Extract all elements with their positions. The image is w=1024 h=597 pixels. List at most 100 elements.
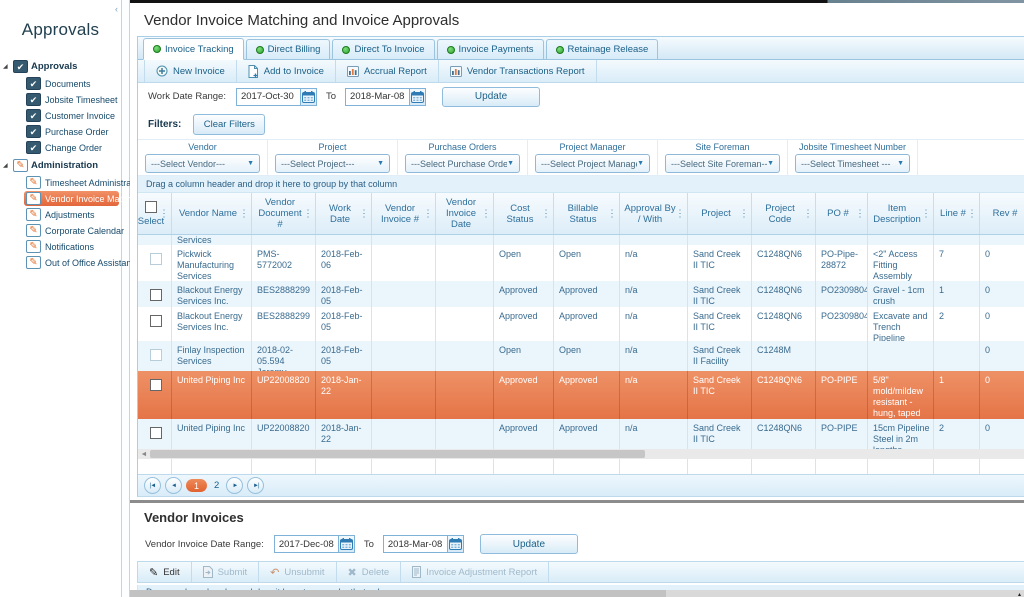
vendor-transactions-report-button[interactable]: Vendor Transactions Report	[439, 60, 597, 82]
column-menu-icon[interactable]: ⋮	[739, 208, 749, 219]
pager-current-page[interactable]: 1	[186, 479, 207, 492]
work-date-from-input[interactable]	[236, 88, 300, 106]
tab-invoice-tracking[interactable]: Invoice Tracking	[143, 38, 244, 60]
sidebar-item-customer-invoice[interactable]: ✔Customer Invoice	[24, 108, 121, 123]
column-header-project[interactable]: Project⋮	[688, 193, 752, 234]
previous-page-button[interactable]: ◄	[165, 477, 182, 494]
work-date-to-input[interactable]	[345, 88, 409, 106]
first-page-button[interactable]: |◄	[144, 477, 161, 494]
sidebar-item-notifications[interactable]: ✎Notifications	[24, 239, 121, 254]
column-header-vendor_invoice_date[interactable]: Vendor Invoice Date⋮	[436, 193, 494, 234]
filter-select-jobsite-timesheet-number[interactable]: ---Select Timesheet ---▼	[795, 154, 910, 173]
next-page-button[interactable]: ►	[226, 477, 243, 494]
calendar-icon[interactable]	[300, 88, 317, 106]
tree-expander-icon[interactable]: ◢	[3, 63, 10, 70]
table-row[interactable]: United Piping IncUP220088202018-Jan-22Ap…	[138, 371, 1024, 419]
column-menu-icon[interactable]: ⋮	[541, 208, 551, 219]
pane-separator[interactable]	[130, 500, 1024, 503]
column-header-vendor_document[interactable]: Vendor Document #⋮	[252, 193, 316, 234]
sidebar-collapse-icon[interactable]: ‹	[115, 4, 118, 14]
vendor-invoice-update-button[interactable]: Update	[480, 534, 578, 554]
row-checkbox[interactable]	[150, 289, 162, 301]
sidebar-item-out-of-office-assistant[interactable]: ✎Out of Office Assistant	[24, 255, 121, 270]
column-menu-icon[interactable]: ⋮	[607, 208, 617, 219]
vendor-invoice-to-input[interactable]	[383, 535, 447, 553]
column-menu-icon[interactable]: ⋮	[967, 208, 977, 219]
table-row[interactable]: Blackout Energy Services Inc.BES28882992…	[138, 281, 1024, 307]
column-header-item_description[interactable]: Item Description⋮	[868, 193, 934, 234]
filter-select-vendor[interactable]: ---Select Vendor---▼	[145, 154, 260, 173]
sidebar-group-approvals[interactable]: ◢✔Approvals	[0, 58, 121, 75]
calendar-icon[interactable]	[409, 88, 426, 106]
tab-invoice-payments[interactable]: Invoice Payments	[437, 39, 544, 59]
column-menu-icon[interactable]: ⋮	[423, 208, 433, 219]
sidebar-item-jobsite-timesheet[interactable]: ✔Jobsite Timesheet	[24, 92, 121, 107]
select-all-checkbox[interactable]	[145, 201, 157, 213]
column-menu-icon[interactable]: ⋮	[921, 208, 931, 219]
accrual-report-button[interactable]: Accrual Report	[336, 60, 439, 82]
pager-page-2[interactable]: 2	[211, 480, 222, 491]
table-row[interactable]: Pickwick Manufacturing ServicesPMS-57720…	[138, 235, 1024, 245]
column-header-vendor_name[interactable]: Vendor Name⋮	[172, 193, 252, 234]
table-row[interactable]: Blackout Energy Services Inc.BES28882992…	[138, 307, 1024, 341]
sidebar-item-timesheet-administration[interactable]: ✎Timesheet Administration	[24, 175, 121, 190]
group-drop-zone[interactable]: Drag a column header and drop it here to…	[138, 176, 1024, 193]
tab-retainage-release[interactable]: Retainage Release	[546, 39, 659, 59]
sidebar-item-documents[interactable]: ✔Documents	[24, 76, 121, 91]
work-date-update-button[interactable]: Update	[442, 87, 540, 107]
column-menu-icon[interactable]: ⋮	[855, 208, 865, 219]
sidebar-splitter[interactable]	[122, 0, 130, 597]
column-menu-icon[interactable]: ⋮	[803, 208, 813, 219]
table-row[interactable]: Finlay Inspection Services2018-02-05.594…	[138, 341, 1024, 371]
column-menu-icon[interactable]: ⋮	[239, 208, 249, 219]
column-header-work_date[interactable]: Work Date⋮	[316, 193, 372, 234]
column-menu-icon[interactable]: ⋮	[303, 208, 313, 219]
column-header-cost_status[interactable]: Cost Status⋮	[494, 193, 554, 234]
scroll-left-icon[interactable]: ◄	[138, 451, 150, 458]
table-row[interactable]: United Piping IncUP220088202018-Jan-22Ap…	[138, 419, 1024, 449]
sidebar-group-administration[interactable]: ◢✎Administration	[0, 157, 121, 174]
column-menu-icon[interactable]: ⋮	[675, 208, 685, 219]
column-header-po[interactable]: PO #⋮	[816, 193, 868, 234]
table-row[interactable]: Pickwick Manufacturing ServicesPMS-57720…	[138, 245, 1024, 281]
cell-project: Sand Creek II TIC	[688, 419, 752, 449]
column-menu-icon[interactable]: ⋮	[159, 208, 169, 219]
column-header-vendor_invoice[interactable]: Vendor Invoice #⋮	[372, 193, 436, 234]
filter-select-project[interactable]: ---Select Project---▼	[275, 154, 390, 173]
sidebar-item-change-order[interactable]: ✔Change Order	[24, 140, 121, 155]
column-header-select[interactable]: Select⋮	[138, 193, 172, 234]
row-checkbox[interactable]	[150, 427, 162, 439]
sidebar-item-purchase-order[interactable]: ✔Purchase Order	[24, 124, 121, 139]
filter-select-site-foreman[interactable]: ---Select Site Foreman--▼	[665, 154, 780, 173]
scrollbar-thumb[interactable]	[150, 450, 645, 458]
last-page-button[interactable]: ►|	[247, 477, 264, 494]
filter-select-project-manager[interactable]: ---Select Project Manager---▼	[535, 154, 650, 173]
edit-button[interactable]: ✎Edit	[138, 562, 192, 582]
column-header-line[interactable]: Line #⋮	[934, 193, 980, 234]
column-header-approval_by[interactable]: Approval By / With⋮	[620, 193, 688, 234]
column-header-rev[interactable]: Rev #⋮	[980, 193, 1024, 234]
new-invoice-button[interactable]: New Invoice	[144, 60, 237, 82]
add-to-invoice-button[interactable]: Add to Invoice	[237, 60, 336, 82]
vendor-invoice-from-input[interactable]	[274, 535, 338, 553]
calendar-icon[interactable]	[447, 535, 464, 553]
sidebar-item-corporate-calendar[interactable]: ✎Corporate Calendar	[24, 223, 121, 238]
column-menu-icon[interactable]: ⋮	[359, 208, 369, 219]
row-checkbox[interactable]	[150, 379, 162, 391]
calendar-icon[interactable]	[338, 535, 355, 553]
row-checkbox[interactable]	[150, 315, 162, 327]
tab-direct-billing[interactable]: Direct Billing	[246, 39, 331, 59]
sidebar-item-vendor-invoice-matching[interactable]: ✎Vendor Invoice Matching	[24, 191, 119, 206]
grid-horizontal-scrollbar[interactable]: ◄	[138, 449, 1024, 459]
filter-select-purchase-orders[interactable]: ---Select Purchase Order---▼	[405, 154, 520, 173]
scrollbar-thumb[interactable]	[130, 590, 666, 597]
column-header-billable_status[interactable]: Billable Status⋮	[554, 193, 620, 234]
clear-filters-button[interactable]: Clear Filters	[193, 114, 265, 135]
column-header-project_code[interactable]: Project Code⋮	[752, 193, 816, 234]
column-menu-icon[interactable]: ⋮	[481, 208, 491, 219]
sidebar-item-adjustments[interactable]: ✎Adjustments	[24, 207, 121, 222]
tree-expander-icon[interactable]: ◢	[3, 162, 10, 169]
empty-cell	[688, 459, 752, 474]
tab-direct-to-invoice[interactable]: Direct To Invoice	[332, 39, 434, 59]
page-horizontal-scrollbar[interactable]: ▴	[130, 590, 1024, 597]
